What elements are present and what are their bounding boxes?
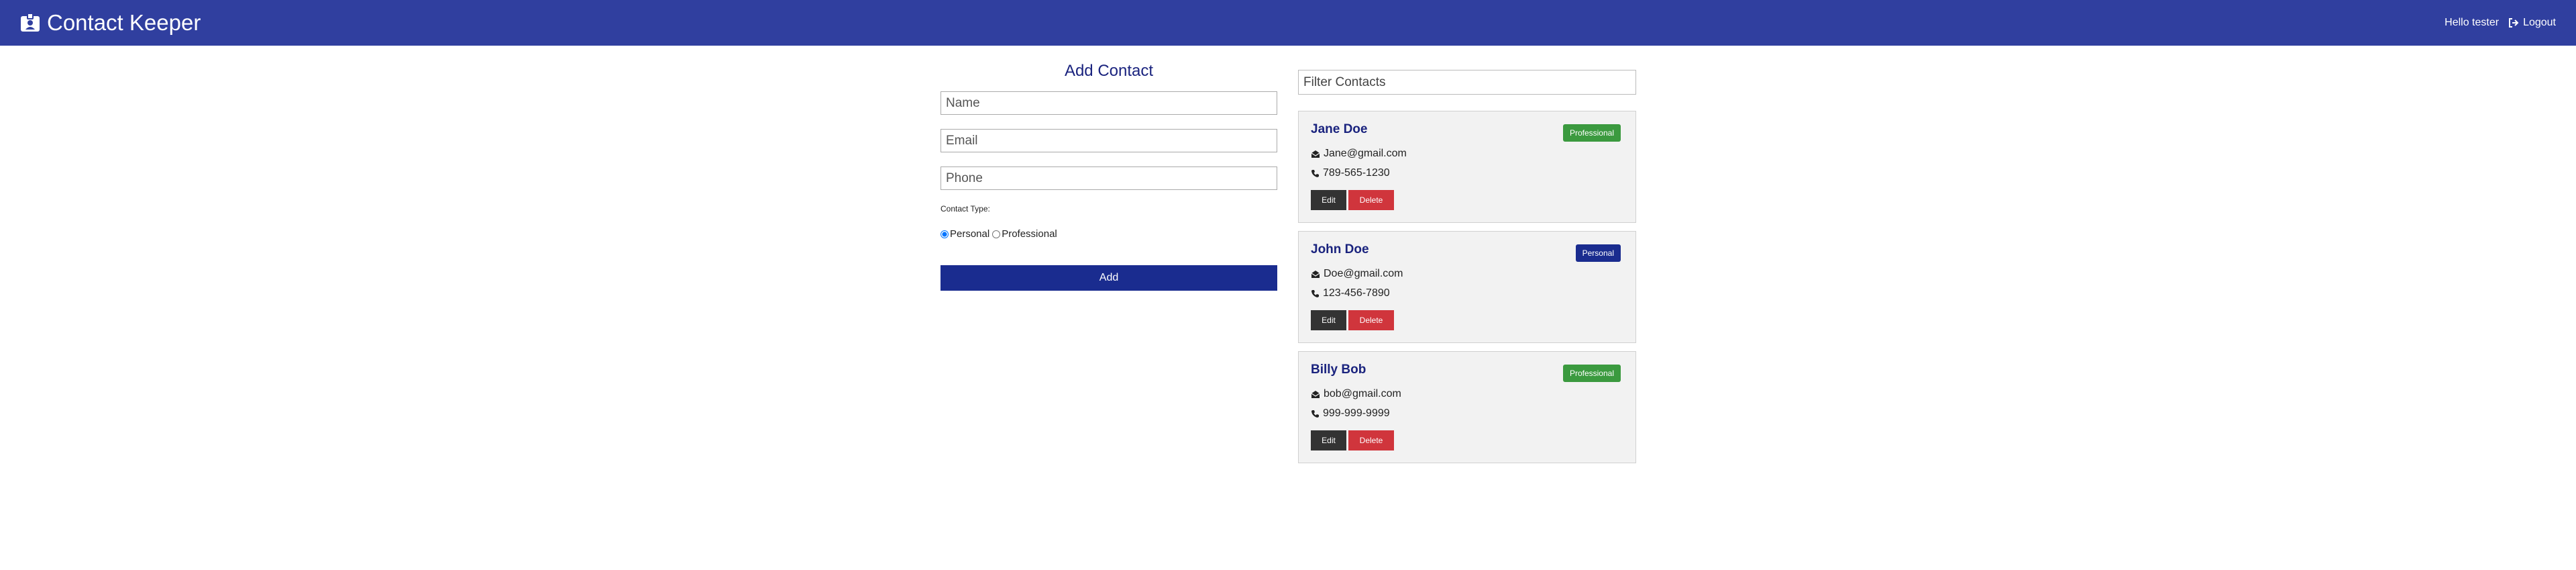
logout-link[interactable]: Logout (2508, 17, 2556, 29)
contact-email-line: bob@gmail.com (1311, 388, 1623, 400)
radio-professional[interactable] (992, 230, 1001, 238)
nav-right: Hello tester Logout (2445, 17, 2556, 29)
contact-card: John Doe Personal Doe@gmail.com 123-456-… (1298, 231, 1636, 343)
phone-icon (1311, 410, 1320, 418)
envelope-open-icon (1311, 270, 1320, 279)
card-actions: Edit Delete (1311, 430, 1623, 450)
contact-email-line: Doe@gmail.com (1311, 268, 1623, 280)
contact-card: Jane Doe Professional Jane@gmail.com 789… (1298, 111, 1636, 223)
email-input[interactable] (941, 129, 1277, 152)
delete-button[interactable]: Delete (1348, 310, 1394, 330)
envelope-open-icon (1311, 390, 1320, 399)
contact-type-label: Contact Type: (941, 204, 990, 213)
contact-card: Billy Bob Professional bob@gmail.com 999… (1298, 351, 1636, 463)
id-badge-icon (20, 13, 40, 32)
filter-contacts-input[interactable] (1298, 70, 1636, 95)
name-input[interactable] (941, 91, 1277, 115)
contact-phone: 789-565-1230 (1323, 167, 1390, 179)
phone-icon (1311, 169, 1320, 178)
form-title: Add Contact (1064, 62, 1154, 80)
contact-type-badge: Professional (1562, 124, 1621, 142)
phone-icon (1311, 289, 1320, 298)
contact-email-line: Jane@gmail.com (1311, 148, 1623, 160)
contact-type-badge: Professional (1562, 365, 1621, 382)
contact-email: bob@gmail.com (1324, 388, 1401, 399)
edit-button[interactable]: Edit (1311, 430, 1346, 450)
add-contact-button[interactable]: Add (941, 265, 1277, 291)
sign-out-icon (2508, 18, 2519, 28)
card-actions: Edit Delete (1311, 310, 1623, 330)
app-title: Contact Keeper (47, 10, 201, 35)
edit-button[interactable]: Edit (1311, 190, 1346, 210)
contact-phone: 999-999-9999 (1323, 408, 1390, 419)
contact-email: Jane@gmail.com (1324, 148, 1407, 159)
contact-phone-line: 789-565-1230 (1311, 167, 1623, 179)
radio-personal[interactable] (941, 230, 949, 238)
user-greeting: Hello tester (2445, 17, 2500, 28)
envelope-open-icon (1311, 150, 1320, 158)
contact-email: Doe@gmail.com (1324, 268, 1403, 279)
card-actions: Edit Delete (1311, 190, 1623, 210)
add-contact-form: Add Contact Contact Type: Personal Profe… (941, 62, 1277, 291)
brand: Contact Keeper (20, 10, 201, 36)
delete-button[interactable]: Delete (1348, 190, 1394, 210)
delete-button[interactable]: Delete (1348, 430, 1394, 450)
radio-professional-label: Professional (1002, 228, 1057, 240)
contacts-column: Jane Doe Professional Jane@gmail.com 789… (1298, 70, 1636, 471)
contact-type-options: Personal Professional (941, 228, 1277, 240)
navbar: Contact Keeper Hello tester Logout (0, 0, 2576, 46)
contact-phone: 123-456-7890 (1323, 287, 1390, 299)
contact-type-badge: Personal (1575, 244, 1621, 262)
phone-input[interactable] (941, 167, 1277, 190)
edit-button[interactable]: Edit (1311, 310, 1346, 330)
logout-label: Logout (2523, 17, 2556, 28)
radio-personal-label: Personal (950, 228, 990, 240)
contact-phone-line: 999-999-9999 (1311, 408, 1623, 420)
contact-phone-line: 123-456-7890 (1311, 287, 1623, 299)
main-content: Add Contact Contact Type: Personal Profe… (0, 46, 2576, 570)
